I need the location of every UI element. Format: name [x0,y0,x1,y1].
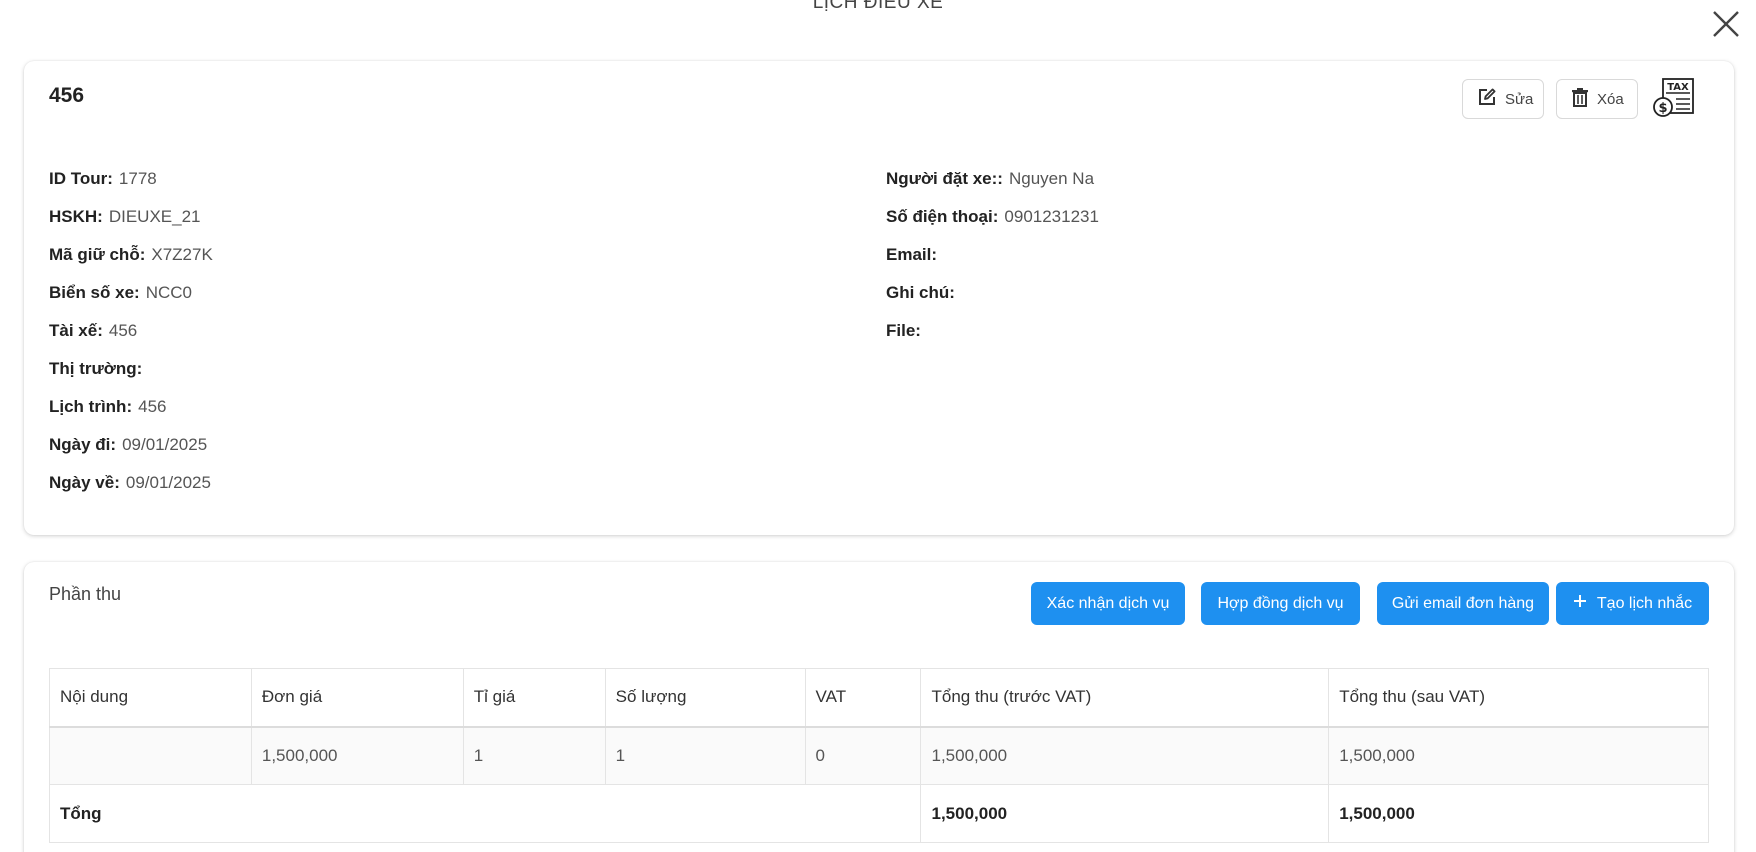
edit-icon [1477,87,1497,111]
table-cell: 1,500,000 [920,726,1330,785]
create-reminder-button[interactable]: Tạo lịch nhắc [1556,582,1709,625]
column-header: Tổng thu (sau VAT) [1328,668,1709,728]
field-license-plate: Biển số xe: NCC0 [49,283,193,302]
field-file: File: [886,321,921,340]
service-schedule-modal: LỊCH ĐIỀU XE 456 Sửa Xóa TAX $ ID Tour: … [0,0,1756,852]
revenue-section-title: Phần thu [49,584,122,604]
edit-label: Sửa [1505,90,1534,108]
info-left-column: ID Tour: 1778 HSKH: DIEUXE_21 Mã giữ chỗ: X… [49,160,213,502]
close-icon[interactable] [1710,8,1742,40]
table-cell: 1 [462,726,606,785]
create-reminder-label: Tạo lịch nhắc [1596,594,1693,612]
field-driver: Tài xế: 456 [49,321,138,340]
field-booking-code: Mã giữ chỗ: X7Z27K [49,245,213,264]
field-note: Ghi chú: [886,283,955,302]
field-departure-date: Ngày đi: 09/01/2025 [49,435,208,454]
field-phone: Số điện thoại: 0901231231 [886,207,1099,226]
field-id-tour: ID Tour: 1778 [49,169,157,188]
table-cell: 0 [804,726,922,785]
plus-icon [1573,594,1587,613]
field-market: Thị trường: [49,359,143,378]
field-booker: Người đặt xe:: Nguyen Na [886,169,1095,188]
table-header-row: Nội dung Đơn giá Tỉ giá Số lượng VAT Tổn… [49,668,1709,728]
table-cell: 1,500,000 [1328,726,1709,785]
total-label: Tổng [48,784,922,843]
trash-icon [1571,87,1589,111]
column-header: Đơn giá [250,668,464,728]
info-right-column: Người đặt xe:: Nguyen Na Số điện thoại: 09… [886,160,1099,350]
delete-label: Xóa [1597,90,1624,108]
svg-text:TAX: TAX [1667,82,1689,93]
delete-button[interactable]: Xóa [1556,79,1638,119]
schedule-title: 456 [49,84,85,107]
field-return-date: Ngày về: 09/01/2025 [49,473,211,492]
svg-text:$: $ [1658,101,1667,116]
service-contract-button[interactable]: Hợp đồng dịch vụ [1201,582,1360,625]
table-cell: 1 [604,726,806,785]
schedule-info-card: 456 Sửa Xóa TAX $ ID Tour: 1778 HSKH: DI… [24,61,1734,535]
field-itinerary: Lịch trình: 456 [49,397,167,416]
table-cell: 1,500,000 [250,726,464,785]
field-hskh: HSKH: DIEUXE_21 [49,207,201,226]
column-header: Tỉ giá [462,668,606,728]
tax-invoice-icon[interactable]: TAX $ [1652,77,1696,119]
total-after-vat: 1,500,000 [1328,784,1709,843]
table-row[interactable]: 1,500,000 1 1 0 1,500,000 1,500,000 [49,726,1709,785]
table-cell [49,726,252,785]
modal-title: LỊCH ĐIỀU XE [812,0,944,13]
column-header: Tổng thu (trước VAT) [920,668,1330,728]
total-before-vat: 1,500,000 [920,784,1330,843]
revenue-card: Phần thu Xác nhận dịch vụ Hợp đồng dịch … [24,562,1734,852]
edit-button[interactable]: Sửa [1462,79,1544,119]
column-header: Số lượng [604,668,806,728]
revenue-table: Nội dung Đơn giá Tỉ giá Số lượng VAT Tổn… [48,668,1709,843]
column-header: VAT [804,668,922,728]
total-row: Tổng 1,500,000 1,500,000 [48,784,1709,843]
field-email: Email: [886,245,938,264]
send-order-email-button[interactable]: Gửi email đơn hàng [1377,582,1549,625]
column-header: Nội dung [49,668,252,728]
confirm-service-button[interactable]: Xác nhận dịch vụ [1031,582,1185,625]
